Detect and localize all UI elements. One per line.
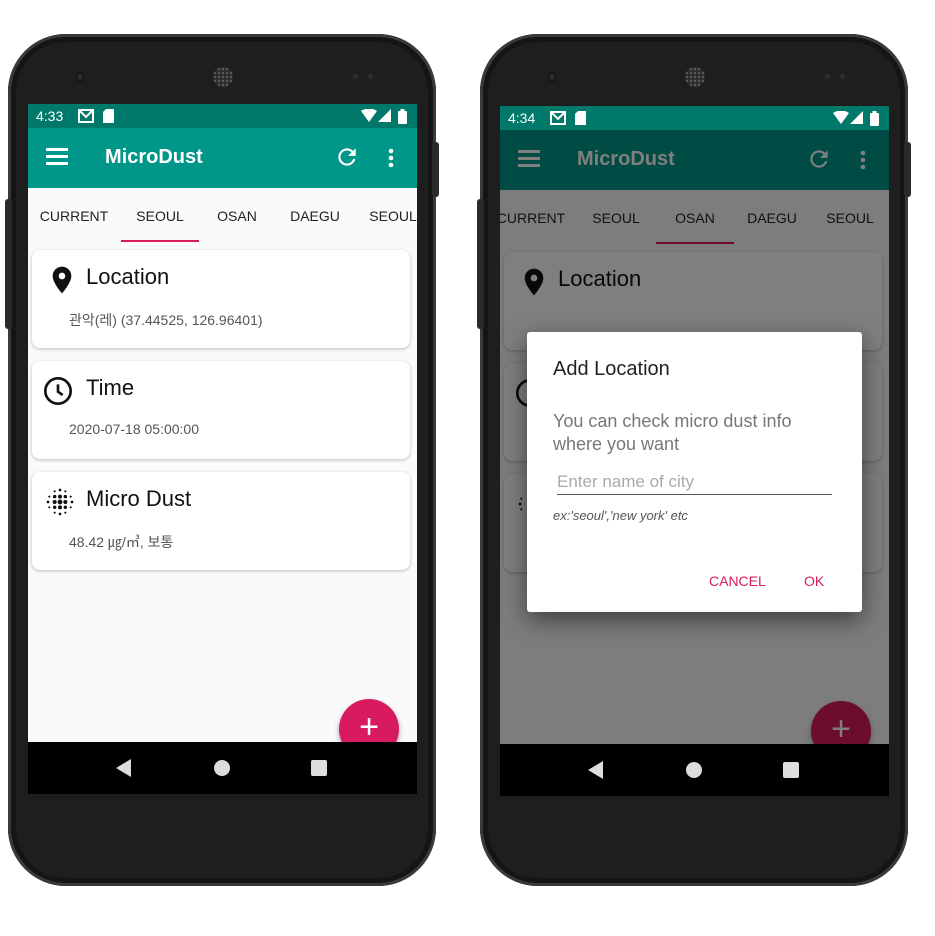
speaker-grill (685, 67, 705, 87)
clock-icon (44, 377, 72, 405)
app-title: MicroDust (105, 146, 203, 168)
recents-icon[interactable] (783, 762, 799, 778)
phone-right: 4:34 MicroDust CURRENT SEOUL OSAN DAEGU … (477, 34, 911, 886)
tab-bar: CURRENT SEOUL OSAN DAEGU SEOUL (28, 188, 417, 242)
status-time: 4:33 (36, 108, 64, 124)
dialog-title: Add Location (553, 358, 670, 380)
sensor (840, 74, 845, 79)
wifi-icon (833, 111, 849, 124)
recents-icon[interactable] (311, 760, 327, 776)
more-options-icon[interactable] (388, 148, 394, 168)
tab-seoul[interactable]: SEOUL (121, 208, 199, 242)
city-name-input[interactable] (557, 470, 832, 495)
signal-icon (850, 111, 863, 124)
dust-card[interactable]: Micro Dust 48.42 ㎍/㎥, 보통 (32, 472, 410, 570)
input-hint: ex:'seoul','new york' etc (553, 508, 688, 523)
home-icon[interactable] (686, 762, 702, 778)
volume-button (477, 199, 484, 329)
volume-button (5, 199, 12, 329)
wifi-icon (361, 109, 377, 122)
signal-icon (378, 109, 391, 122)
power-button (904, 142, 911, 197)
dust-title: Micro Dust (86, 486, 192, 511)
sensor (368, 74, 373, 79)
battery-icon (870, 111, 879, 126)
location-title: Location (86, 264, 170, 289)
refresh-icon[interactable] (334, 144, 360, 170)
dust-value: 48.42 ㎍/㎥, 보통 (69, 534, 174, 550)
cancel-button[interactable]: CANCEL (709, 573, 766, 589)
gmail-icon (550, 111, 566, 125)
add-location-dialog: Add Location You can check micro dust in… (527, 332, 862, 612)
tab-seoul-2[interactable]: SEOUL (354, 208, 417, 224)
app-bar: MicroDust (28, 128, 417, 188)
screen: 4:34 MicroDust CURRENT SEOUL OSAN DAEGU … (500, 106, 889, 796)
time-title: Time (86, 375, 135, 400)
home-icon[interactable] (214, 760, 230, 776)
ok-button[interactable]: OK (804, 573, 824, 589)
back-icon[interactable] (588, 761, 603, 779)
sensor (825, 74, 830, 79)
gmail-icon (78, 109, 94, 123)
sensor (353, 74, 358, 79)
location-value: 관악(레) (37.44525, 126.96401) (69, 312, 263, 328)
sd-card-icon (103, 109, 114, 123)
dialog-message: You can check micro dust info where you … (553, 411, 792, 454)
power-button (432, 142, 439, 197)
dots-icon (46, 488, 74, 516)
nav-bar (28, 742, 417, 794)
time-value: 2020-07-18 05:00:00 (69, 421, 199, 437)
front-camera (75, 72, 85, 82)
tab-daegu[interactable]: DAEGU (276, 208, 354, 224)
front-camera (547, 72, 557, 82)
back-icon[interactable] (116, 759, 131, 777)
tab-osan[interactable]: OSAN (198, 208, 276, 224)
sd-card-icon (575, 111, 586, 125)
status-bar: 4:34 (500, 106, 889, 130)
location-card[interactable]: Location 관악(레) (37.44525, 126.96401) (32, 250, 410, 348)
menu-icon[interactable] (46, 148, 68, 166)
screen: 4:33 MicroDust CURRENT SEOUL OSAN DAEGU … (28, 104, 417, 794)
time-card[interactable]: Time 2020-07-18 05:00:00 (32, 361, 410, 459)
tab-current[interactable]: CURRENT (35, 208, 113, 224)
battery-icon (398, 109, 407, 124)
phone-left: 4:33 MicroDust CURRENT SEOUL OSAN DAEGU … (5, 34, 439, 886)
status-time: 4:34 (508, 110, 536, 126)
location-pin-icon (52, 266, 72, 294)
status-bar: 4:33 (28, 104, 417, 128)
nav-bar (500, 744, 889, 796)
speaker-grill (213, 67, 233, 87)
